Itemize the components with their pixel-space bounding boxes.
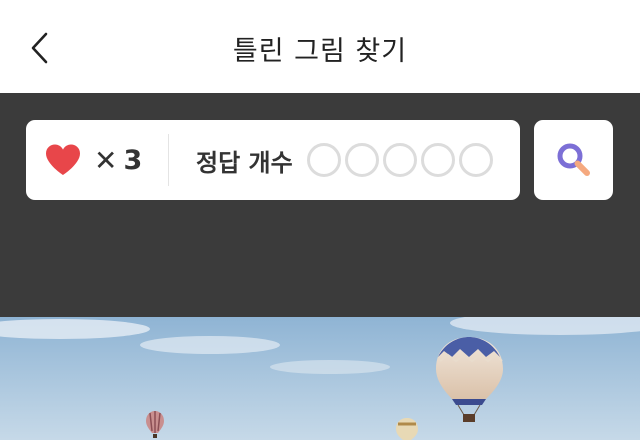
page-title: 틀린 그림 찾기 bbox=[232, 36, 408, 67]
puzzle-image[interactable] bbox=[0, 317, 640, 440]
lives-count: 3 bbox=[123, 144, 143, 176]
status-card: ✕ 3 정답 개수 bbox=[26, 120, 520, 200]
answer-dots bbox=[306, 143, 493, 177]
lives-indicator: ✕ 3 bbox=[44, 120, 142, 200]
hot-air-balloons-photo bbox=[0, 317, 640, 440]
hint-search-button[interactable] bbox=[534, 120, 613, 200]
magnifier-icon bbox=[557, 143, 590, 176]
answer-dot bbox=[420, 143, 455, 177]
answer-dot bbox=[344, 143, 379, 177]
game-status-panel: ✕ 3 정답 개수 bbox=[0, 93, 640, 317]
answer-dot bbox=[382, 143, 417, 177]
app-header: 틀린 그림 찾기 bbox=[0, 0, 640, 93]
lives-multiplier: ✕ bbox=[94, 143, 118, 177]
divider bbox=[168, 134, 169, 186]
answers-label: 정답 개수 bbox=[196, 148, 293, 177]
answers-counter: 정답 개수 bbox=[196, 120, 493, 200]
answer-dot bbox=[458, 143, 493, 177]
answer-dot bbox=[306, 143, 341, 177]
heart-icon bbox=[46, 144, 80, 175]
